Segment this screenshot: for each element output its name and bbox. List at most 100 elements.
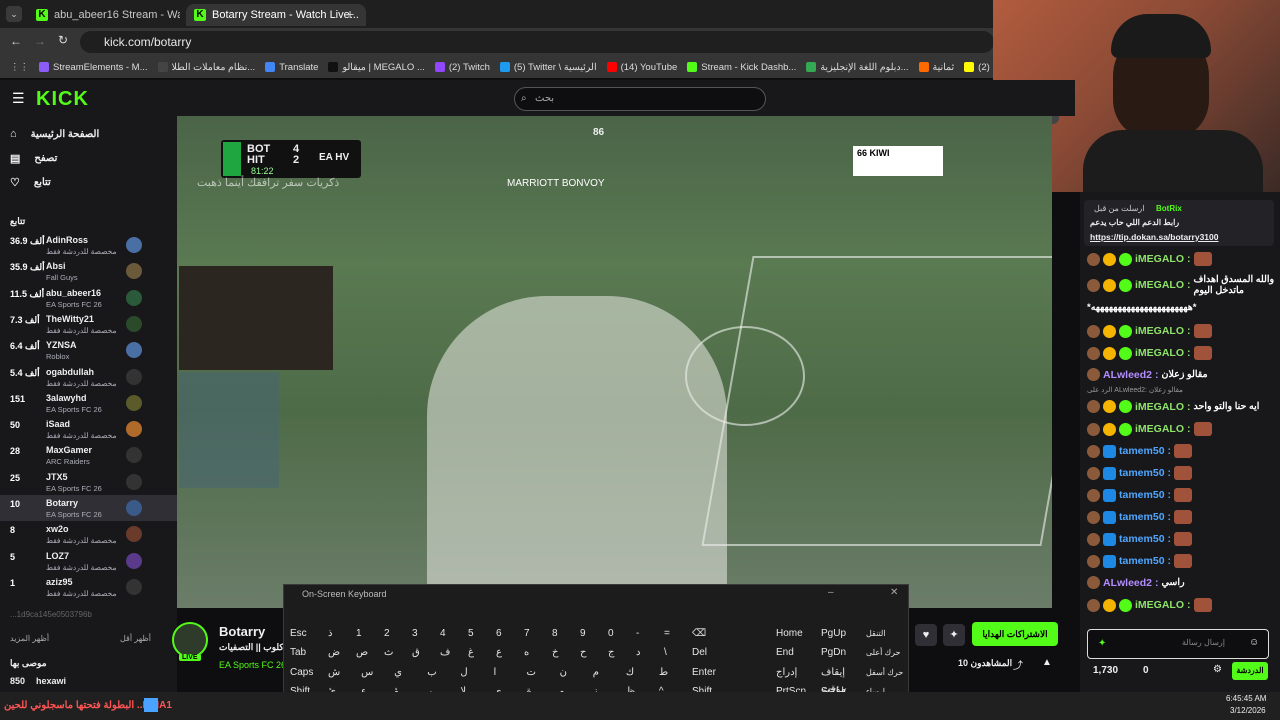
- chat-username[interactable]: tamem50: [1119, 555, 1165, 567]
- nav-item[interactable]: ⌂ الصفحة الرئيسية: [10, 128, 99, 140]
- osk-key[interactable]: خ: [552, 644, 580, 661]
- osk-side-key[interactable]: حرك أسفل: [866, 664, 910, 681]
- osk-key[interactable]: ⌫: [692, 625, 730, 642]
- apps-icon[interactable]: ⋮⋮: [10, 62, 29, 73]
- osk-key[interactable]: 1: [356, 625, 384, 642]
- chat-username[interactable]: tamem50: [1119, 533, 1165, 545]
- osk-key[interactable]: ط: [659, 664, 692, 681]
- report-icon[interactable]: ▲: [1042, 657, 1052, 668]
- osk-key[interactable]: ن: [560, 664, 593, 681]
- osk-key[interactable]: ه: [524, 644, 552, 661]
- chat-username[interactable]: iMEGALO: [1135, 325, 1184, 337]
- osk-key[interactable]: ت: [527, 664, 560, 681]
- osk-key[interactable]: ش: [328, 664, 361, 681]
- osk-key[interactable]: 7: [524, 625, 552, 642]
- osk-key[interactable]: ث: [384, 644, 412, 661]
- nav-item[interactable]: ▤ تصفح: [10, 152, 57, 165]
- followed-channel[interactable]: 36.9 ألف AdinRoss مخصصة للدردشة فقط: [0, 232, 177, 258]
- show-less-button[interactable]: أظهر أقل: [120, 634, 151, 643]
- followed-channel[interactable]: 11.5 ألف abu_abeer16 EA Sports FC 26: [0, 285, 177, 311]
- osk-key[interactable]: ح: [580, 644, 608, 661]
- osk-key[interactable]: ا: [493, 664, 526, 681]
- pinned-link[interactable]: https://tip.dokan.sa/botarry3100: [1090, 232, 1218, 242]
- bookmark-item[interactable]: (2) Twitch: [434, 62, 490, 73]
- tab-close-icon[interactable]: ✕: [365, 9, 366, 22]
- followed-channel[interactable]: 5 LOZ7 مخصصة للدردشة فقط: [0, 548, 177, 574]
- osk-key[interactable]: -: [636, 625, 664, 642]
- bookmark-item[interactable]: Translate: [265, 62, 318, 73]
- chat-username[interactable]: iMEGALO: [1135, 599, 1184, 611]
- osk-key[interactable]: د: [636, 644, 664, 661]
- kick-logo[interactable]: KICK: [36, 88, 89, 111]
- gift-button[interactable]: ✦: [943, 624, 965, 646]
- search-input[interactable]: بحث: [514, 87, 766, 111]
- chat-username[interactable]: tamem50: [1119, 445, 1165, 457]
- tab-search-icon[interactable]: ⌄: [6, 6, 22, 22]
- url-field[interactable]: kick.com/botarry: [80, 31, 994, 53]
- followed-channel[interactable]: 28 MaxGamer ARC Raiders: [0, 442, 177, 468]
- show-more-button[interactable]: أظهر المزيد: [10, 634, 49, 643]
- bookmark-item[interactable]: (5) Twitter \ الرئيسية: [499, 62, 597, 73]
- osk-key[interactable]: Enter: [692, 664, 742, 681]
- osk-key[interactable]: 8: [552, 625, 580, 642]
- osk-key[interactable]: ص: [356, 644, 384, 661]
- chat-username[interactable]: iMEGALO: [1135, 279, 1184, 291]
- osk-side-key[interactable]: إدراج: [776, 664, 820, 681]
- osk-key[interactable]: 5: [468, 625, 496, 642]
- osk-side-key[interactable]: إيقاف مؤقت: [821, 664, 865, 695]
- emote-icon[interactable]: ☺: [1249, 637, 1259, 648]
- channel-name[interactable]: Botarry: [219, 624, 265, 639]
- osk-key[interactable]: ب: [427, 664, 460, 681]
- osk-key[interactable]: ل: [460, 664, 493, 681]
- chat-settings-icon[interactable]: ⚙: [1213, 664, 1222, 675]
- bookmark-item[interactable]: نظام معاملات الطلا...: [157, 62, 255, 73]
- osk-key[interactable]: 4: [440, 625, 468, 642]
- osk-side-key[interactable]: حرك أعلى: [866, 644, 910, 661]
- chat-username[interactable]: iMEGALO: [1135, 347, 1184, 359]
- osk-side-key[interactable]: PgUp: [821, 625, 865, 642]
- forward-icon[interactable]: →: [34, 34, 46, 48]
- tab-abu-abeer[interactable]: K abu_abeer16 Stream - Watch Li...: [28, 4, 180, 26]
- followed-channel[interactable]: 8 xw2o مخصصة للدردشة فقط: [0, 521, 177, 547]
- chat-username[interactable]: iMEGALO: [1135, 253, 1184, 265]
- bookmark-item[interactable]: (14) YouTube: [606, 62, 677, 73]
- new-tab-button[interactable]: +: [346, 6, 354, 22]
- osk-key[interactable]: غ: [468, 644, 496, 661]
- osk-minimize[interactable]: –: [828, 587, 834, 598]
- followed-channel[interactable]: 7.3 ألف TheWitty21 مخصصة للدردشة فقط: [0, 311, 177, 337]
- windows-start-icon[interactable]: [144, 698, 158, 712]
- followed-channel[interactable]: 35.9 ألف Absi Fall Guys: [0, 258, 177, 284]
- chat-username[interactable]: tamem50: [1119, 511, 1165, 523]
- tab-botarry[interactable]: K Botarry Stream - Watch Live... ✕: [186, 4, 366, 26]
- osk-key[interactable]: 9: [580, 625, 608, 642]
- osk-key[interactable]: ذ: [328, 625, 356, 642]
- chat-send-button[interactable]: الدردشة: [1232, 662, 1268, 680]
- followed-channel[interactable]: 151 3alawyhd EA Sports FC 26: [0, 390, 177, 416]
- chat-username[interactable]: iMEGALO: [1135, 423, 1184, 435]
- followed-channel[interactable]: 1 aziz95 مخصصة للدردشة فقط: [0, 574, 177, 600]
- osk-key[interactable]: م: [593, 664, 626, 681]
- back-icon[interactable]: ←: [10, 34, 22, 48]
- osk-key[interactable]: Esc: [290, 625, 328, 642]
- followed-channel[interactable]: 6.4 ألف YZNSA Roblox: [0, 337, 177, 363]
- osk-key[interactable]: ي: [394, 664, 427, 681]
- bookmark-item[interactable]: ثمانية: [918, 62, 954, 73]
- menu-icon[interactable]: ☰: [12, 90, 25, 107]
- stream-category[interactable]: EA Sports FC 26: [219, 660, 286, 670]
- chat-username[interactable]: ALwleed2: [1103, 369, 1152, 381]
- bookmark-item[interactable]: Stream - Kick Dashb...: [687, 62, 796, 73]
- followed-channel[interactable]: 25 JTX5 EA Sports FC 26: [0, 469, 177, 495]
- video-player[interactable]: BOT 4 HIT 2 81:22 EA HV ذكريات سفر ترافق…: [177, 116, 1052, 608]
- chat-username[interactable]: ALwleed2: [1103, 577, 1152, 589]
- nav-item[interactable]: ♡ تتابع: [10, 176, 51, 189]
- osk-key[interactable]: ق: [412, 644, 440, 661]
- reload-icon[interactable]: ↻: [58, 33, 68, 47]
- chat-username[interactable]: tamem50: [1119, 467, 1165, 479]
- osk-key[interactable]: 2: [384, 625, 412, 642]
- osk-key[interactable]: 3: [412, 625, 440, 642]
- share-icon[interactable]: ⤴: [1013, 657, 1023, 672]
- osk-close[interactable]: ✕: [890, 587, 898, 598]
- osk-key[interactable]: Caps: [290, 664, 328, 681]
- osk-side-key[interactable]: PgDn: [821, 644, 865, 661]
- osk-key[interactable]: ف: [440, 644, 468, 661]
